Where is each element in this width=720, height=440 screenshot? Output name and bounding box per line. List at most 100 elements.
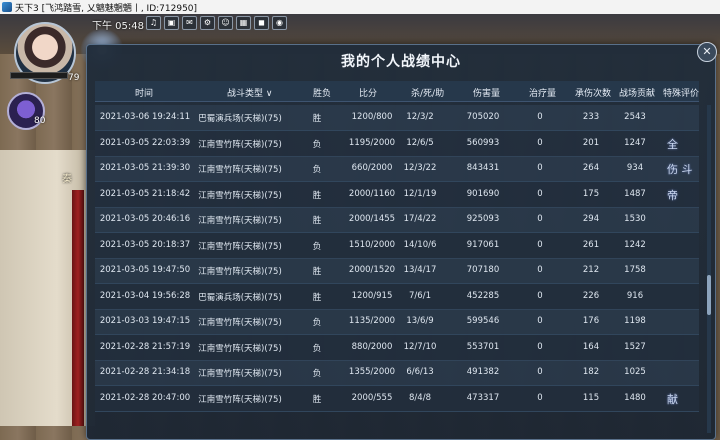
table-row[interactable]: 2021-03-05 19:47:50 江南雪竹阵(天梯)(75) 胜 2000/15… <box>95 258 699 284</box>
table-cell: 880/2000 <box>351 341 393 352</box>
map-icon[interactable]: ▦ <box>236 16 251 30</box>
table-cell: 0 <box>537 392 543 403</box>
table-cell: 江南雪竹阵(天梯)(75) <box>198 190 282 201</box>
table-cell: 2021-03-03 19:47:15 <box>99 316 191 326</box>
table-cell: 1355/2000 <box>348 367 396 377</box>
music-icon[interactable]: ♫ <box>146 16 161 30</box>
table-cell: 2021-03-05 20:18:37 <box>99 239 191 250</box>
table-cell: 0 <box>537 163 543 173</box>
table-cell: 胜 <box>312 394 322 405</box>
table-cell: 1758 <box>624 265 646 275</box>
table-cell: 452285 <box>466 290 500 301</box>
table-cell: 1200/915 <box>351 290 393 301</box>
table-cell: 226 <box>582 290 600 301</box>
table-cell: 巴蜀演兵场(天梯)(75) <box>198 114 282 124</box>
table-cell: 0 <box>537 341 543 352</box>
table-cell: 8/4/8 <box>409 392 431 403</box>
col-special[interactable]: 特殊评价 <box>663 86 699 99</box>
table-cell: 江南雪竹阵(天梯)(75) <box>198 139 282 150</box>
table-cell: 0 <box>537 214 543 224</box>
table-cell: 2021-03-05 19:47:50 <box>99 265 191 275</box>
table-cell: 胜 <box>312 190 322 201</box>
table-cell: 201 <box>582 137 600 148</box>
table-row[interactable]: 2021-03-03 19:47:15 江南雪竹阵(天梯)(75) 负 1135/20… <box>95 309 699 335</box>
table-cell: 1195/2000 <box>348 137 396 148</box>
table-cell: 264 <box>582 163 600 173</box>
table-cell: 1247 <box>624 137 646 148</box>
table-cell: 巴蜀演兵场(天梯)(75) <box>198 292 282 303</box>
chevron-down-icon[interactable]: ∨ <box>266 89 273 99</box>
table-cell: 2021-02-28 20:47:00 <box>99 392 191 403</box>
table-cell: 胜 <box>312 114 322 124</box>
friend-icon[interactable]: ☺ <box>218 16 233 30</box>
table-row[interactable]: 2021-03-05 20:18:37 江南雪竹阵(天梯)(75) 负 1510/20… <box>95 232 699 259</box>
table-cell: 0 <box>537 239 543 250</box>
app-icon <box>2 2 12 12</box>
player-hp-bar <box>10 72 68 79</box>
col-damage[interactable]: 伤害量 <box>473 86 500 99</box>
table-cell: 0 <box>537 290 543 301</box>
table-cell: 17/4/22 <box>403 214 437 224</box>
chat-icon[interactable]: ▣ <box>164 16 179 30</box>
table-cell: 901690 <box>466 188 500 199</box>
table-cell: 115 <box>582 392 600 403</box>
table-cell: 843431 <box>466 163 500 173</box>
table-cell: 江南雪竹阵(天梯)(75) <box>198 343 282 354</box>
scrollbar-thumb[interactable] <box>707 275 711 315</box>
window-title: 天下3 [飞鸿踏雪, 乂魑魅魍魉丨, ID:712950] <box>15 3 198 14</box>
table-cell: 负 <box>312 241 322 252</box>
table-cell: 233 <box>582 112 600 122</box>
table-cell: 294 <box>582 214 600 224</box>
hud-toolbar: ♫ ▣ ✉ ⚙ ☺ ▦ ◼ ◉ <box>146 16 287 30</box>
table-cell: 1480 <box>624 392 646 403</box>
table-row[interactable]: 2021-02-28 20:47:00 江南雪竹阵(天梯)(75) 胜 2000/55… <box>95 385 699 412</box>
settings-icon[interactable]: ⚙ <box>200 16 215 30</box>
table-row[interactable]: 2021-03-05 21:18:42 江南雪竹阵(天梯)(75) 胜 2000/11… <box>95 181 699 208</box>
col-time[interactable]: 时间 <box>135 86 153 99</box>
table-row[interactable]: 2021-03-04 19:56:28 巴蜀演兵场(天梯)(75) 胜 1200/91… <box>95 283 699 310</box>
table-cell: 0 <box>537 137 543 148</box>
table-cell: 0 <box>537 367 543 377</box>
table-cell: 660/2000 <box>351 163 393 173</box>
table-cell: 916 <box>626 290 644 301</box>
special-evaluation-badge: 献 <box>667 392 678 406</box>
table-row[interactable]: 2021-02-28 21:34:18 江南雪竹阵(天梯)(75) 负 1355/20… <box>95 360 699 386</box>
table-cell: 1527 <box>624 341 646 352</box>
table-cell: 560993 <box>466 137 500 148</box>
table-cell: 0 <box>537 188 543 199</box>
table-cell: 负 <box>312 369 322 379</box>
scrollbar[interactable] <box>707 105 711 433</box>
col-result[interactable]: 胜负 <box>313 86 331 99</box>
col-healing[interactable]: 治疗量 <box>529 86 556 99</box>
close-icon[interactable]: ✕ <box>697 42 717 62</box>
table-cell: 473317 <box>466 392 500 403</box>
col-battle-type[interactable]: 战斗类型 ∨ <box>227 86 272 99</box>
npc-name: 秦 <box>62 174 72 185</box>
table-cell: 925093 <box>466 214 500 224</box>
table-row[interactable]: 2021-02-28 21:57:19 江南雪竹阵(天梯)(75) 负 880/200… <box>95 334 699 361</box>
window-title-bar: 天下3 [飞鸿踏雪, 乂魑魅魍魉丨, ID:712950] <box>0 0 720 15</box>
table-cell: 12/3/2 <box>406 112 434 122</box>
table-cell: 2021-03-04 19:56:28 <box>99 290 191 301</box>
table-row[interactable]: 2021-03-05 22:03:39 江南雪竹阵(天梯)(75) 负 1195/20… <box>95 130 699 157</box>
table-cell: 212 <box>582 265 600 275</box>
table-header: 时间 战斗类型 ∨ 胜负 比分 杀/死/助 伤害量 治疗量 承伤次数 战场贡献 … <box>95 81 699 102</box>
table-cell: 261 <box>582 239 600 250</box>
table-cell: 1487 <box>624 188 646 199</box>
bag-icon[interactable]: ◼ <box>254 16 269 30</box>
table-row[interactable]: 2021-03-05 21:39:30 江南雪竹阵(天梯)(75) 负 660/200… <box>95 156 699 182</box>
table-cell: 12/6/5 <box>406 137 434 148</box>
col-kda[interactable]: 杀/死/助 <box>411 86 444 99</box>
mail-icon[interactable]: ✉ <box>182 16 197 30</box>
screenshot-icon[interactable]: ◉ <box>272 16 287 30</box>
table-row[interactable]: 2021-03-05 20:46:16 江南雪竹阵(天梯)(75) 胜 2000/14… <box>95 207 699 233</box>
table-cell: 12/3/22 <box>403 163 437 173</box>
col-contribution[interactable]: 战场贡献 <box>619 86 655 99</box>
table-row[interactable]: 2021-03-06 19:24:11 巴蜀演兵场(天梯)(75) 胜 1200/80… <box>95 105 699 131</box>
table-cell: 182 <box>582 367 600 377</box>
col-score[interactable]: 比分 <box>359 86 377 99</box>
table-cell: 2021-02-28 21:57:19 <box>99 341 191 352</box>
table-cell: 1135/2000 <box>348 316 396 326</box>
table-cell: 491382 <box>466 367 500 377</box>
col-hits-taken[interactable]: 承伤次数 <box>575 86 611 99</box>
